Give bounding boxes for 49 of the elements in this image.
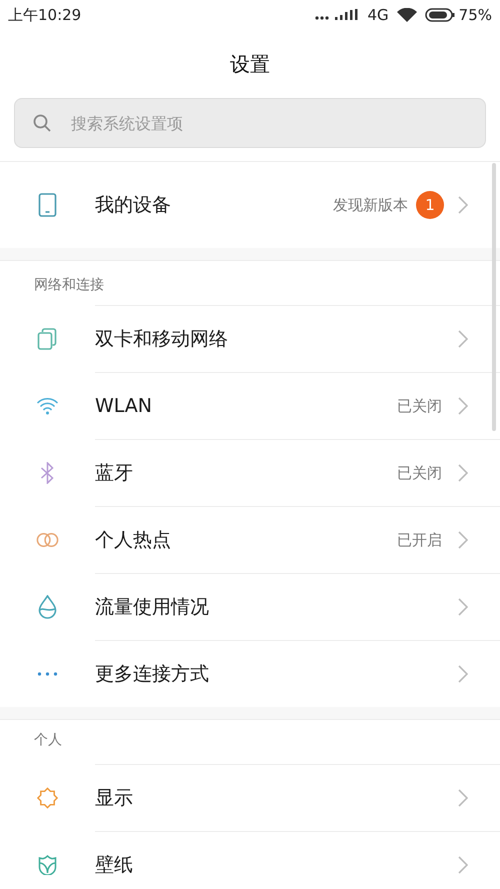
chevron-icon — [458, 789, 468, 807]
battery-percent: 75% — [458, 4, 492, 26]
row-label: 我的设备 — [95, 192, 171, 218]
hotspot-icon — [36, 532, 59, 548]
chevron-icon — [458, 330, 468, 348]
search-field[interactable]: 搜索系统设置项 — [14, 98, 486, 148]
more-icon — [36, 672, 59, 676]
row-label: 双卡和移动网络 — [95, 326, 228, 352]
settings-row[interactable]: 流量使用情况 — [0, 573, 500, 640]
wifi-icon — [36, 396, 59, 414]
settings-row[interactable]: 蓝牙 已关闭 — [0, 439, 500, 506]
water-drop-icon — [36, 594, 59, 618]
wifi-icon — [396, 8, 417, 22]
row-label: WLAN — [95, 394, 152, 419]
row-value: 已开启 — [397, 530, 442, 551]
chevron-icon — [458, 598, 468, 616]
row-label: 个人热点 — [95, 528, 171, 553]
row-label: 流量使用情况 — [95, 594, 209, 620]
section-header: 个人 — [33, 731, 63, 750]
chevron-icon — [458, 397, 468, 415]
settings-row[interactable]: 双卡和移动网络 — [0, 305, 500, 372]
settings-row[interactable]: 个人热点 已开启 — [0, 506, 500, 573]
notification-badge: 1 — [416, 191, 444, 219]
status-time: 上午10:29 — [8, 4, 82, 26]
chevron-icon — [458, 464, 468, 482]
wallpaper-icon — [36, 854, 59, 874]
battery-icon — [424, 8, 455, 22]
page-title: 设置 — [230, 51, 270, 78]
network-type: 4G — [367, 4, 389, 26]
tablet-icon — [36, 193, 59, 217]
row-label: 更多连接方式 — [95, 662, 209, 687]
section-header: 网络和连接 — [33, 276, 105, 295]
settings-row[interactable]: 壁纸 — [0, 831, 500, 889]
row-label: 蓝牙 — [95, 460, 133, 486]
row-value: 发现新版本 — [333, 194, 408, 216]
sun-icon — [36, 786, 59, 810]
chevron-icon — [458, 196, 468, 214]
sim-cards-icon — [36, 328, 59, 350]
row-value: 已关闭 — [397, 462, 442, 484]
chevron-icon — [458, 856, 468, 874]
row-label: 壁纸 — [95, 852, 133, 878]
search-icon — [33, 114, 51, 132]
chevron-icon — [458, 531, 468, 549]
settings-row[interactable]: WLAN 已关闭 — [0, 372, 500, 439]
row-label: 显示 — [95, 786, 133, 811]
chevron-icon — [458, 665, 468, 683]
signal-icon — [315, 9, 360, 21]
settings-row[interactable]: 显示 — [0, 764, 500, 831]
row-value: 已关闭 — [397, 396, 442, 417]
